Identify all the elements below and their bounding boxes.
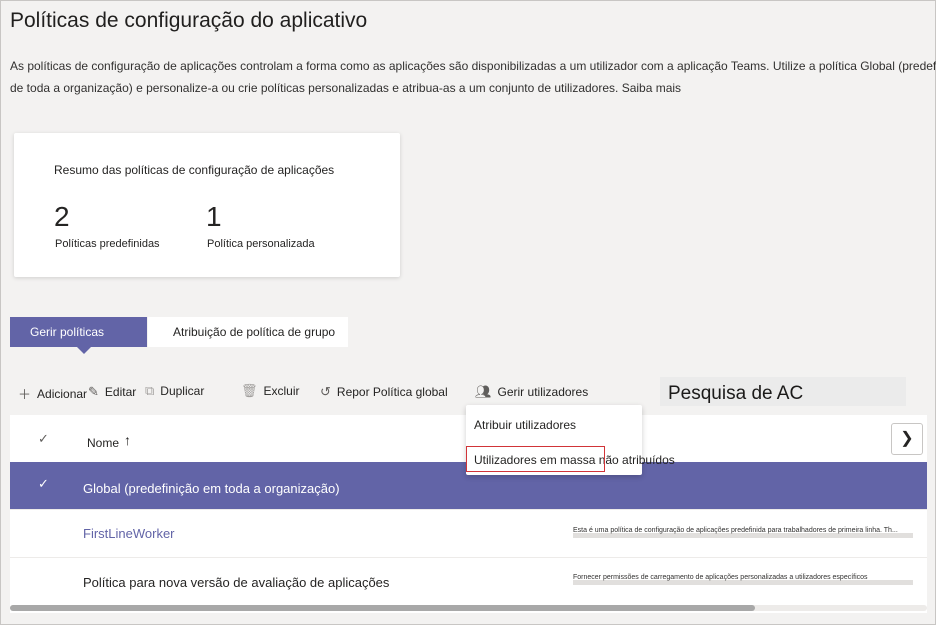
page-title: Políticas de configuração do aplicativo [10, 9, 368, 32]
delete-button-label: Excluir [263, 384, 300, 398]
search-input-value: Pesquisa de AC [668, 383, 804, 404]
manage-users-label: Gerir utilizadores [497, 385, 589, 399]
stat-custom-label: Política personalizada [207, 238, 315, 250]
stat-custom-value: 1 [206, 201, 222, 232]
chevron-right-icon: ❯ [900, 430, 914, 447]
reset-global-policy-button[interactable]: ↺ Repor Política global [320, 384, 448, 400]
delete-button[interactable]: 🗑︎ Excluir [241, 383, 300, 399]
edit-button-label: Editar [104, 385, 137, 399]
menu-item-assign-users[interactable]: Atribuir utilizadores [474, 418, 576, 432]
summary-card: Resumo das políticas de configuração de … [14, 133, 400, 277]
page-description-line-2: de toda a organização) e personalize-a o… [10, 81, 682, 95]
policy-description: Fornecer permissões de carregamento de a… [573, 573, 913, 585]
policy-name[interactable]: FirstLineWorker [83, 526, 175, 541]
tab-group-policy-assignment[interactable]: Atribuição de política de grupo [148, 317, 348, 347]
tab-manage-policies[interactable]: Gerir políticas [10, 317, 147, 354]
summary-title: Resumo das políticas de configuração de … [54, 163, 335, 177]
row-checkbox[interactable]: ✓ [38, 476, 49, 492]
add-button-label: Adicionar [37, 386, 88, 401]
policy-name[interactable]: Global (predefinição em toda a organizaç… [83, 481, 340, 496]
stat-predefined-label: Políticas predefinidas [55, 238, 160, 250]
table-row[interactable]: Política para nova versão de avaliação d… [10, 558, 927, 606]
reset-icon: ↺ [320, 384, 331, 399]
people-icon: 👥︎ [475, 384, 492, 399]
column-header-name[interactable]: Nome [87, 436, 119, 450]
manage-users-button[interactable]: 👥︎ Gerir utilizadores [475, 384, 588, 400]
table-row[interactable]: FirstLineWorker Esta é uma política de c… [10, 510, 927, 558]
reset-global-policy-label: Repor Política global [336, 385, 448, 399]
select-all-checkbox[interactable]: ✓ [38, 431, 49, 447]
highlight-box [466, 446, 605, 472]
horizontal-scrollbar-thumb[interactable] [10, 605, 755, 611]
duplicate-button[interactable]: ⧉ Duplicar [145, 383, 204, 399]
edit-button[interactable]: ✎ Editar [88, 384, 136, 400]
add-button[interactable]: ＋ Adicionar [18, 384, 87, 403]
search-input[interactable]: Pesquisa de AC [660, 377, 906, 406]
policy-name[interactable]: Política para nova versão de avaliação d… [83, 575, 389, 590]
tab-manage-policies-label: Gerir políticas [30, 325, 105, 339]
duplicate-button-label: Duplicar [160, 384, 205, 398]
policy-description: Esta é uma política de configuração de a… [573, 526, 913, 538]
pencil-icon: ✎ [88, 384, 99, 399]
plus-icon: ＋ [18, 387, 32, 402]
copy-icon: ⧉ [145, 383, 155, 398]
trash-icon: 🗑︎ [241, 383, 258, 398]
sort-ascending-icon[interactable]: ↑ [124, 432, 131, 448]
scroll-right-button[interactable]: ❯ [891, 423, 923, 455]
page-description-line-1: As políticas de configuração de aplicaçõ… [10, 59, 936, 73]
tab-group-policy-assignment-label: Atribuição de política de grupo [173, 325, 336, 339]
stat-predefined-value: 2 [54, 201, 70, 232]
